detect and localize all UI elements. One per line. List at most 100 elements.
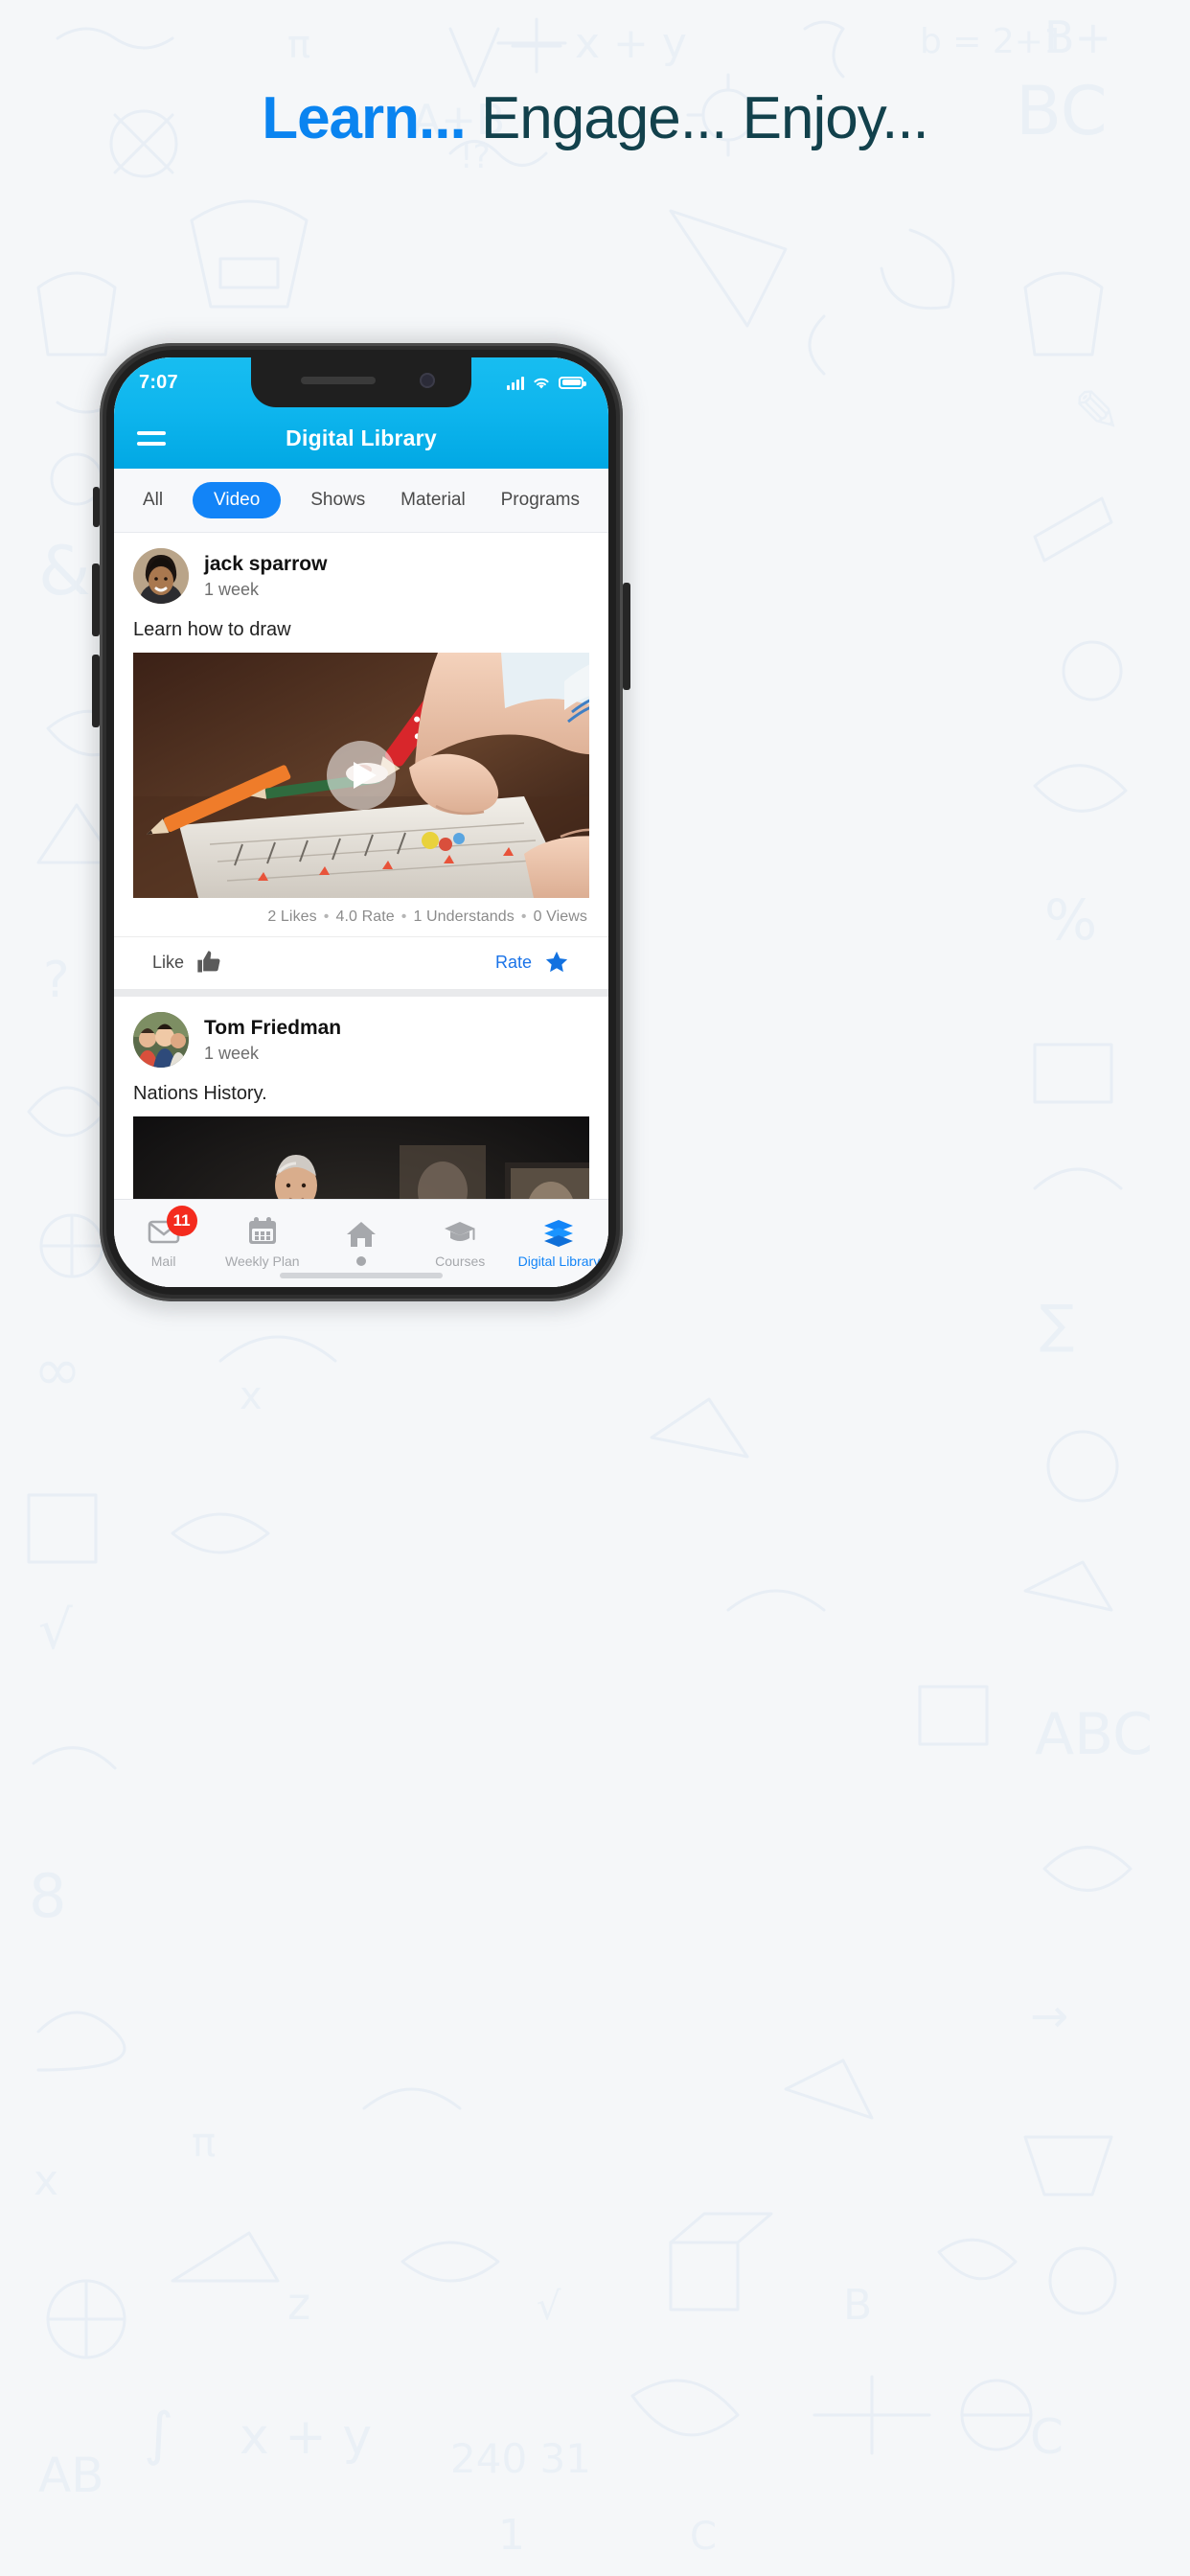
- page-root: π x + y b = 2+1 B+ A+B BC !? & ? ∞ √ 8 x…: [0, 0, 1190, 2576]
- user-avatar-photo: [133, 548, 189, 604]
- post-timestamp: 1 week: [204, 579, 260, 599]
- svg-text:π: π: [287, 23, 310, 67]
- svg-text:√: √: [38, 1599, 73, 1662]
- svg-text:AB: AB: [38, 2448, 104, 2503]
- stat-separator: •: [323, 908, 330, 925]
- avatar[interactable]: [133, 548, 189, 604]
- tab-material[interactable]: Material: [395, 482, 471, 518]
- svg-text:x: x: [34, 2156, 58, 2205]
- post-header: Tom Friedman 1 week: [114, 997, 608, 1075]
- content-feed[interactable]: jack sparrow 1 week Learn how to draw 2 …: [114, 533, 608, 1199]
- status-indicators: [507, 376, 586, 390]
- hamburger-menu-icon[interactable]: [137, 430, 166, 446]
- post-stats: 2 Likes • 4.0 Rate • 1 Understands • 0 Views: [114, 898, 608, 937]
- stat-likes: 2 Likes: [267, 908, 317, 925]
- svg-text:C: C: [690, 2515, 717, 2559]
- nav-item-home[interactable]: [311, 1218, 410, 1266]
- post-card: jack sparrow 1 week Learn how to draw 2 …: [114, 533, 608, 989]
- rate-button[interactable]: Rate: [495, 949, 570, 976]
- svg-text:240 31: 240 31: [450, 2435, 591, 2482]
- books-stack-icon: [542, 1215, 575, 1248]
- phone-notch: [251, 357, 471, 407]
- svg-text:√: √: [537, 2285, 561, 2329]
- mute-switch[interactable]: [93, 487, 100, 527]
- graduation-cap-icon: [444, 1215, 476, 1248]
- post-text: Nations History.: [133, 1083, 267, 1104]
- post-video-thumbnail[interactable]: Age 47 e 19: [133, 1116, 589, 1199]
- stat-separator: •: [400, 908, 407, 925]
- nav-item-mail[interactable]: 11 Mail: [114, 1205, 213, 1269]
- play-button-icon[interactable]: [327, 741, 396, 810]
- status-time: 7:07: [139, 371, 178, 393]
- tab-programs[interactable]: Programs: [495, 482, 585, 518]
- svg-text:B+: B+: [1044, 12, 1111, 63]
- tab-video[interactable]: Video: [193, 482, 282, 518]
- front-camera: [420, 373, 435, 388]
- svg-text:x: x: [240, 1374, 263, 1418]
- home-indicator-bar: [280, 1273, 443, 1278]
- user-avatar-photo: [133, 1012, 189, 1068]
- nav-item-digital-library-label: Digital Library: [517, 1253, 601, 1269]
- svg-text:∫: ∫: [144, 2401, 173, 2468]
- svg-text:1: 1: [498, 2511, 525, 2560]
- home-active-dot: [356, 1255, 366, 1266]
- mail-badge: 11: [166, 1205, 197, 1236]
- post-author-block: jack sparrow 1 week: [204, 552, 327, 601]
- wifi-icon: [534, 378, 549, 388]
- thumbs-up-icon: [197, 951, 220, 973]
- bottom-navigation: 11 Mail Weekly Plan Courses Digital Libr…: [114, 1199, 608, 1287]
- svg-text:x + y: x + y: [240, 2408, 372, 2466]
- svg-text:?: ?: [43, 952, 70, 1009]
- svg-text:%: %: [1044, 887, 1097, 953]
- star-icon: [545, 951, 568, 973]
- ted-talk-photo: Age 47 e 19: [133, 1116, 589, 1199]
- post-author-name: Tom Friedman: [204, 1016, 342, 1039]
- nav-item-courses[interactable]: Courses: [411, 1215, 510, 1269]
- stat-understands: 1 Understands: [413, 908, 515, 925]
- svg-text:✎: ✎: [1073, 379, 1121, 446]
- volume-down-button[interactable]: [92, 655, 100, 727]
- page-title: Learn... Engage... Enjoy...: [0, 84, 1190, 152]
- headline-rest: Engage... Enjoy...: [465, 85, 929, 151]
- svg-text:b = 2+1: b = 2+1: [920, 22, 1065, 61]
- svg-text:C: C: [1030, 2409, 1064, 2465]
- post-header: jack sparrow 1 week: [114, 533, 608, 611]
- like-button-label: Like: [152, 952, 185, 972]
- cellular-signal-icon: [507, 376, 524, 390]
- volume-up-button[interactable]: [92, 564, 100, 636]
- rate-button-label: Rate: [494, 952, 532, 972]
- filter-tabs: All Video Shows Material Programs: [114, 469, 608, 533]
- app-container: 7:07 Digital Library All Video Shows Mat…: [114, 357, 608, 1287]
- tab-shows[interactable]: Shows: [305, 482, 371, 518]
- app-header-title: Digital Library: [286, 425, 437, 450]
- post-card: Tom Friedman 1 week Nations History.: [114, 997, 608, 1199]
- svg-text:x + y: x + y: [575, 19, 687, 68]
- stat-separator: •: [520, 908, 527, 925]
- svg-text:z: z: [287, 2278, 310, 2330]
- svg-text:→: →: [1030, 1990, 1068, 2043]
- earpiece-speaker: [301, 377, 376, 384]
- power-button[interactable]: [623, 583, 630, 690]
- phone-screen: 7:07 Digital Library All Video Shows Mat…: [114, 357, 608, 1287]
- svg-text:∑: ∑: [1040, 1294, 1074, 1354]
- post-author-name: jack sparrow: [204, 552, 328, 575]
- nav-item-weekly-plan[interactable]: Weekly Plan: [213, 1215, 311, 1269]
- nav-item-weekly-plan-label: Weekly Plan: [225, 1253, 300, 1269]
- post-author-block: Tom Friedman 1 week: [204, 1016, 341, 1065]
- post-text: Learn how to draw: [133, 619, 291, 640]
- svg-text:8: 8: [29, 1861, 66, 1931]
- battery-full-icon: [559, 376, 586, 389]
- nav-item-mail-label: Mail: [150, 1253, 176, 1269]
- post-video-thumbnail[interactable]: [133, 653, 589, 898]
- stat-views: 0 Views: [533, 908, 587, 925]
- tab-all[interactable]: All: [137, 482, 169, 518]
- post-actions: Like Rate: [114, 937, 608, 989]
- phone-mockup: 7:07 Digital Library All Video Shows Mat…: [92, 337, 630, 1311]
- svg-text:&: &: [38, 532, 91, 610]
- mail-envelope-icon: 11: [148, 1205, 197, 1248]
- calendar-icon: [246, 1215, 279, 1248]
- like-button[interactable]: Like: [152, 949, 222, 976]
- svg-text:∞: ∞: [34, 1337, 81, 1404]
- nav-item-digital-library[interactable]: Digital Library: [510, 1215, 608, 1269]
- avatar[interactable]: [133, 1012, 189, 1068]
